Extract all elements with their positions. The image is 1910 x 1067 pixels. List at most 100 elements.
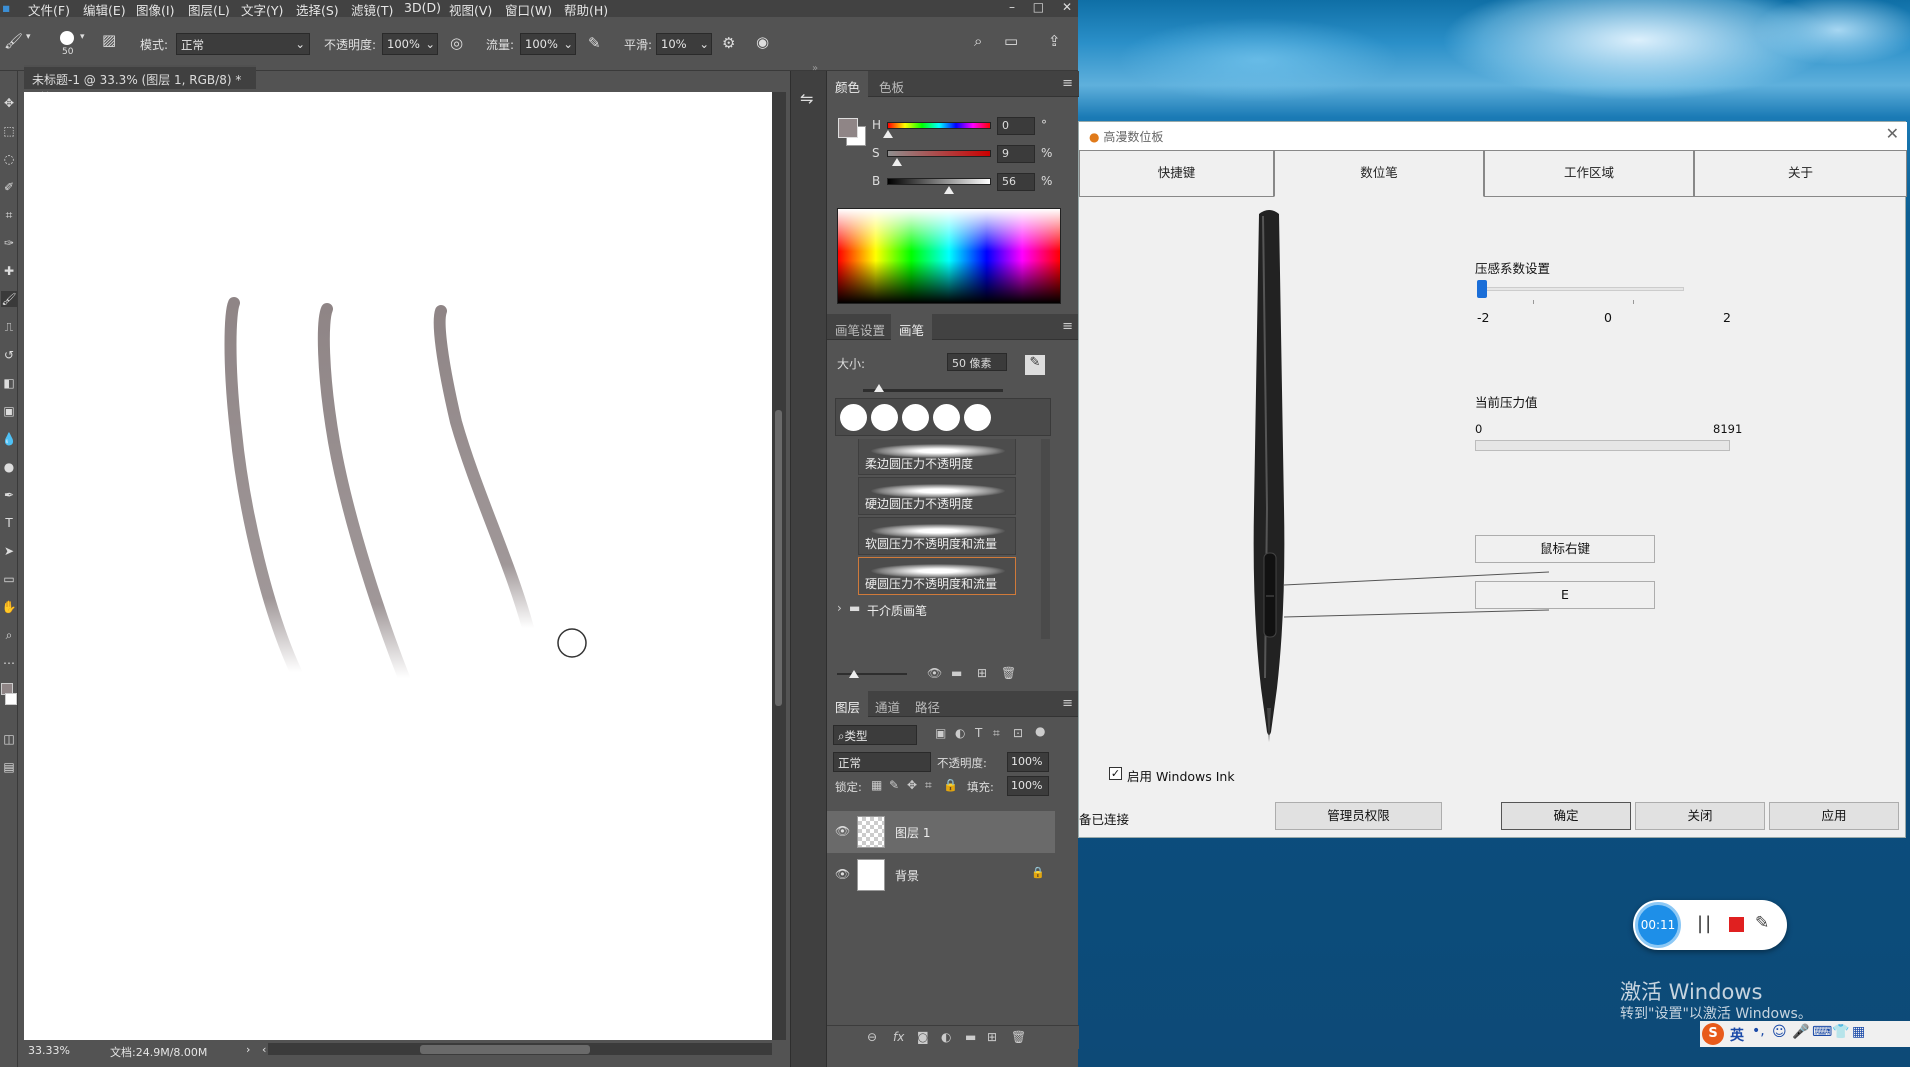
- brush-size-slider[interactable]: [863, 389, 1003, 392]
- filter-smart-icon[interactable]: ⊡: [1013, 726, 1023, 740]
- pen-button-2-field[interactable]: E: [1475, 581, 1655, 609]
- layer-row[interactable]: 👁 背景 🔒: [827, 854, 1055, 896]
- saturation-slider-knob[interactable]: [892, 158, 902, 166]
- chevron-right-icon[interactable]: ›: [837, 601, 842, 615]
- lock-artboard-icon[interactable]: ⌗: [925, 778, 932, 793]
- panel-menu-icon[interactable]: ≡: [1062, 696, 1073, 711]
- blur-tool-icon[interactable]: 💧: [1, 431, 17, 447]
- layer-filter-select[interactable]: ⌕类型: [833, 725, 917, 745]
- tab-work-area[interactable]: 工作区域: [1484, 150, 1694, 197]
- tab-color[interactable]: 颜色: [827, 71, 869, 97]
- recording-timer[interactable]: 00:11: [1635, 902, 1681, 948]
- tab-brush-settings[interactable]: 画笔设置: [827, 314, 893, 340]
- filter-shape-icon[interactable]: ⌗: [993, 726, 1000, 741]
- windows-ink-checkbox[interactable]: ✓: [1109, 767, 1122, 780]
- workspace-icon[interactable]: ▭: [1004, 32, 1018, 50]
- brush-folder[interactable]: › ▬ 干介质画笔: [835, 599, 1045, 621]
- eyedropper-tool-icon[interactable]: ✑: [1, 235, 17, 251]
- eye-icon[interactable]: 👁: [835, 824, 850, 838]
- stop-icon[interactable]: [1729, 917, 1744, 932]
- ps-logo-icon[interactable]: ▪: [2, 0, 10, 15]
- tab-pen[interactable]: 数位笔: [1274, 150, 1484, 197]
- lock-position-icon[interactable]: ✥: [907, 778, 917, 792]
- folder-icon[interactable]: ▬: [951, 666, 962, 680]
- vertical-scroll-thumb[interactable]: [775, 410, 782, 706]
- admin-button[interactable]: 管理员权限: [1275, 802, 1442, 830]
- marquee-tool-icon[interactable]: ⬚: [1, 123, 17, 139]
- pressure-setting-track[interactable]: [1484, 287, 1684, 291]
- chevron-down-icon[interactable]: ▾: [26, 32, 31, 42]
- punctuation-icon[interactable]: •,: [1752, 1023, 1765, 1039]
- brush-preset[interactable]: 软圆压力不透明度和流量: [858, 517, 1016, 555]
- brush-size-field[interactable]: 50 像素: [947, 353, 1007, 371]
- tab-swatches[interactable]: 色板: [871, 71, 912, 97]
- toggle-preview-icon[interactable]: 👁: [927, 666, 942, 680]
- layer-row-selected[interactable]: 👁 图层 1: [827, 811, 1055, 853]
- microphone-icon[interactable]: 🎤: [1792, 1024, 1809, 1040]
- brush-preset-selected[interactable]: 硬圆压力不透明度和流量: [858, 557, 1016, 595]
- adjustment-icon[interactable]: ◐: [941, 1030, 951, 1044]
- lock-pixels-icon[interactable]: ✎: [889, 778, 899, 792]
- trash-icon[interactable]: 🗑: [1001, 666, 1016, 680]
- more-tools-icon[interactable]: ⋯: [1, 655, 17, 671]
- quick-select-tool-icon[interactable]: ✐: [1, 179, 17, 195]
- recent-brush[interactable]: [840, 404, 867, 431]
- filter-adjustment-icon[interactable]: ◐: [955, 726, 965, 740]
- recent-brush[interactable]: [964, 404, 991, 431]
- history-brush-tool-icon[interactable]: ↺: [1, 347, 17, 363]
- tools-icon[interactable]: ▦: [1852, 1024, 1865, 1040]
- smooth-field[interactable]: 10% ⌄: [656, 33, 712, 55]
- airbrush-icon[interactable]: ✎: [588, 34, 601, 52]
- pen-button-1-field[interactable]: 鼠标右键: [1475, 535, 1655, 563]
- layer-opacity-field[interactable]: 100%: [1007, 752, 1049, 772]
- brightness-slider-knob[interactable]: [944, 186, 954, 194]
- healing-tool-icon[interactable]: ✚: [1, 263, 17, 279]
- pause-icon[interactable]: ||: [1697, 913, 1713, 934]
- brush-tool-icon[interactable]: 🖌: [4, 32, 23, 50]
- pressure-setting-knob[interactable]: [1477, 280, 1487, 298]
- brush-size-slider-knob[interactable]: [874, 384, 884, 392]
- flow-field[interactable]: 100% ⌄: [520, 33, 576, 55]
- link-layers-icon[interactable]: ⊖: [867, 1030, 877, 1044]
- panel-menu-icon[interactable]: ≡: [1062, 319, 1073, 334]
- color-spectrum[interactable]: [837, 208, 1061, 304]
- pressure-size-icon[interactable]: ◉: [756, 33, 769, 51]
- blend-mode-select[interactable]: 正常: [833, 752, 931, 772]
- brightness-slider[interactable]: [887, 178, 991, 185]
- brush-preview[interactable]: [60, 31, 74, 45]
- tab-layers[interactable]: 图层: [827, 691, 869, 717]
- lock-all-icon[interactable]: 🔒: [943, 778, 958, 792]
- tab-paths[interactable]: 路径: [907, 691, 948, 717]
- filter-toggle-icon[interactable]: ●: [1035, 724, 1045, 738]
- close-icon[interactable]: ✕: [1886, 124, 1899, 143]
- opacity-field[interactable]: 100% ⌄: [382, 33, 438, 55]
- filter-type-icon[interactable]: T: [975, 726, 982, 740]
- zoom-level[interactable]: 33.33%: [28, 1044, 70, 1057]
- canvas[interactable]: [24, 92, 772, 1040]
- brush-list-scrollbar[interactable]: [1041, 439, 1050, 639]
- horizontal-scroll-thumb[interactable]: [420, 1045, 590, 1054]
- mode-select[interactable]: 正常 ⌄: [176, 33, 310, 55]
- move-tool-icon[interactable]: ✥: [1, 95, 17, 111]
- chevron-down-icon[interactable]: ▾: [80, 32, 85, 42]
- tab-about[interactable]: 关于: [1694, 150, 1907, 197]
- brightness-field[interactable]: 56: [997, 173, 1035, 191]
- zoom-tool-icon[interactable]: ⌕: [1, 627, 17, 643]
- recent-brush[interactable]: [933, 404, 960, 431]
- panel-menu-icon[interactable]: ≡: [1062, 76, 1073, 91]
- pen-icon[interactable]: ✎: [1755, 913, 1769, 933]
- eraser-tool-icon[interactable]: ◧: [1, 375, 17, 391]
- brush-settings-icon[interactable]: ▨: [102, 31, 116, 49]
- hue-slider-knob[interactable]: [883, 130, 893, 138]
- brush-tool-icon[interactable]: 🖌: [1, 291, 17, 307]
- minimize-icon[interactable]: –: [1009, 0, 1015, 14]
- fill-field[interactable]: 100%: [1007, 776, 1049, 796]
- pen-tool-icon[interactable]: ✒: [1, 487, 17, 503]
- lock-transparent-icon[interactable]: ▦: [871, 778, 882, 792]
- shape-tool-icon[interactable]: ▭: [1, 571, 17, 587]
- saturation-slider[interactable]: [887, 150, 991, 157]
- lasso-tool-icon[interactable]: ◌: [1, 151, 17, 167]
- preview-size-knob[interactable]: [849, 670, 859, 678]
- dodge-tool-icon[interactable]: ●: [1, 459, 17, 475]
- share-icon[interactable]: ⇪: [1048, 32, 1061, 50]
